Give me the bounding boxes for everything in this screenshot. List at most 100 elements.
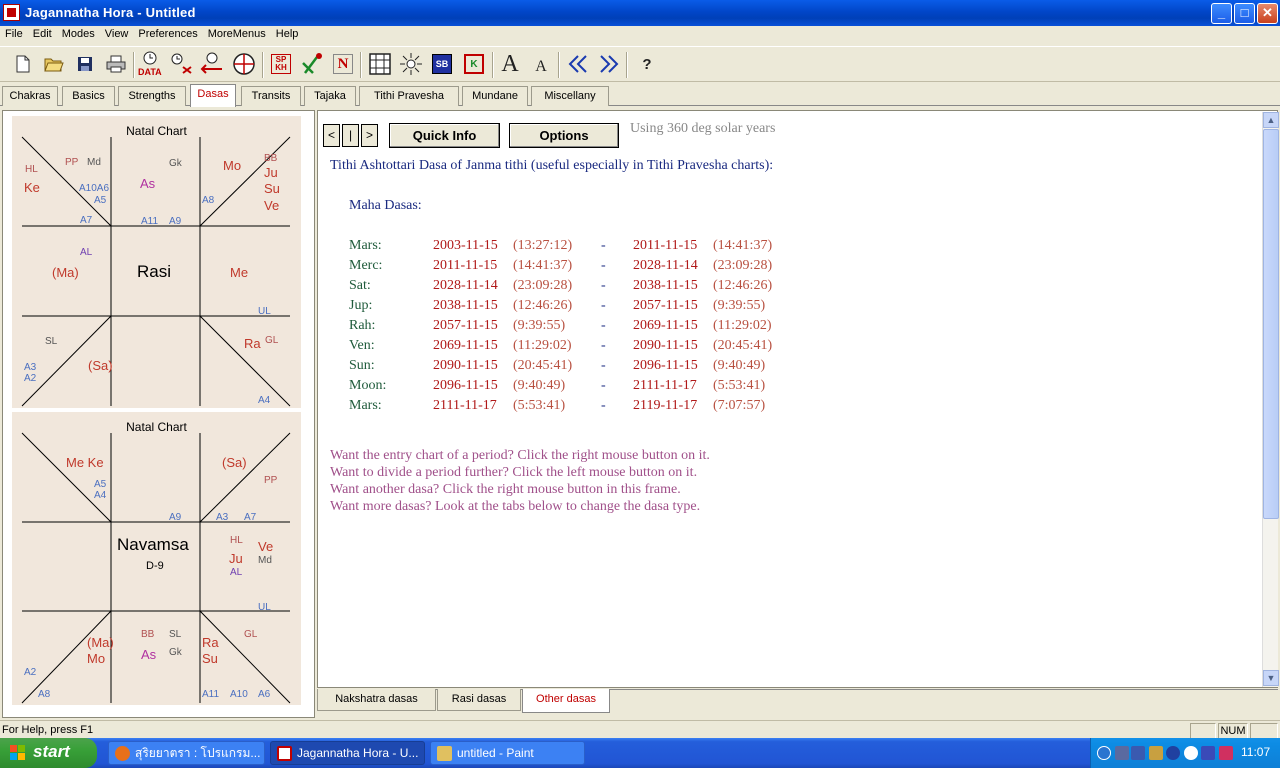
tray-expand-icon[interactable] [1097,746,1111,760]
chart-label-a4: A4 [94,490,107,501]
ayanamsa-icon[interactable] [299,51,325,77]
bluetooth-icon[interactable] [1184,746,1198,760]
tab-transits[interactable]: Transits [241,86,301,106]
dasa-start-date: 2090-11-15 [433,358,498,373]
tray-shield-icon[interactable] [1149,746,1163,760]
dasa-start-time: (9:40:49) [513,378,566,393]
app-icon[interactable] [3,4,20,21]
sun-icon[interactable] [398,51,424,77]
minimize-button[interactable]: _ [1211,3,1232,24]
tab-tajaka[interactable]: Tajaka [304,86,356,106]
dasa-row[interactable]: Ven: 2069-11-15 (11:29:02) - 2090-11-15 … [318,338,1018,358]
dasa-row[interactable]: Mars: 2111-11-17 (5:53:41) - 2119-11-17 … [318,398,1018,418]
tab-other-dasas[interactable]: Other dasas [522,689,610,713]
taskbar-item-jhora[interactable]: Jagannatha Hora - U... [270,741,425,765]
menu-view[interactable]: View [100,26,134,44]
scroll-up-icon[interactable]: ▲ [1263,112,1279,128]
double-right-icon[interactable] [596,51,622,77]
clock: 11:07 [1241,745,1271,759]
chart-label-gl: GL [244,629,258,640]
chart-label-a5: A5 [94,195,107,206]
tray-app-icon[interactable] [1201,746,1215,760]
print-icon[interactable] [103,51,129,77]
tab-dasas[interactable]: Dasas [190,84,236,107]
windows-logo-icon [10,745,26,761]
chart-grid-icon[interactable] [367,51,393,77]
menu-help[interactable]: Help [271,26,304,44]
start-button[interactable]: start [0,738,97,768]
transit-wheel-icon[interactable] [231,51,257,77]
birth-data-icon[interactable]: DATA [138,51,164,77]
rasi-chart[interactable]: Natal Chart HL Ke PP Md A10A6 A5 A7 As G… [12,116,301,408]
tray-monitor-icon[interactable] [1131,746,1145,760]
vertical-scrollbar[interactable]: ▲ ▼ [1262,112,1279,687]
next-button[interactable]: > [361,124,378,147]
rectification-icon[interactable] [200,51,226,77]
tab-miscellany[interactable]: Miscellany [531,86,609,106]
tab-strengths[interactable]: Strengths [118,86,186,106]
tab-chakras[interactable]: Chakras [2,86,58,106]
tray-c-icon[interactable] [1166,746,1180,760]
n-icon[interactable]: N [330,51,356,77]
dasa-row[interactable]: Mars: 2003-11-15 (13:27:12) - 2011-11-15… [318,238,1018,258]
navamsa-chart[interactable]: Natal Chart Me Ke A5 A4 A9 (Sa) PP A3 A7… [12,412,301,705]
quick-info-button[interactable]: Quick Info [389,123,500,148]
taskbar-item-paint[interactable]: untitled - Paint [430,741,585,765]
close-button[interactable]: ✕ [1257,3,1278,24]
menu-moremenus[interactable]: MoreMenus [203,26,271,44]
toolbar-separator [133,52,135,78]
tray-m-icon[interactable] [1219,746,1233,760]
dasa-row[interactable]: Sat: 2028-11-14 (23:09:28) - 2038-11-15 … [318,278,1018,298]
dasa-start-time: (12:46:26) [513,298,573,313]
help-question-icon[interactable]: ? [634,51,660,77]
tab-tithi-pravesha[interactable]: Tithi Pravesha [359,86,459,106]
options-button[interactable]: Options [509,123,619,148]
sp-kh-icon[interactable]: SP KH [268,51,294,77]
dasa-end-time: (11:29:02) [713,318,772,333]
dasa-row[interactable]: Sun: 2090-11-15 (20:45:41) - 2096-11-15 … [318,358,1018,378]
dasa-row[interactable]: Rah: 2057-11-15 (9:39:55) - 2069-11-15 (… [318,318,1018,338]
dasa-end-date: 2011-11-15 [633,238,698,253]
dasa-start-date: 2038-11-15 [433,298,498,313]
menu-preferences[interactable]: Preferences [133,26,202,44]
k-icon[interactable]: K [461,51,487,77]
status-bar: For Help, press F1 NUM [0,720,1280,740]
dasa-pane[interactable]: < | > Quick Info Options Using 360 deg s… [317,110,1279,688]
scroll-thumb[interactable] [1263,129,1279,519]
open-folder-icon[interactable] [41,51,67,77]
chart-label-a2: A2 [24,373,37,384]
toolbar-separator [492,52,494,78]
scroll-down-icon[interactable]: ▼ [1263,670,1279,686]
prev-button[interactable]: < [323,124,340,147]
maximize-button[interactable]: □ [1234,3,1255,24]
menu-edit[interactable]: Edit [28,26,57,44]
tab-rasi-dasas[interactable]: Rasi dasas [437,689,521,711]
dasa-row[interactable]: Moon: 2096-11-15 (9:40:49) - 2111-11-17 … [318,378,1018,398]
save-icon[interactable] [72,51,98,77]
reset-button[interactable]: | [342,124,359,147]
dasa-end-date: 2111-11-17 [633,378,697,393]
tab-nakshatra-dasas[interactable]: Nakshatra dasas [317,689,436,711]
chart-label-bb: BB [141,629,155,640]
sb-icon[interactable]: SB [429,51,455,77]
font-increase-icon[interactable]: A [497,51,523,77]
taskbar-item-firefox[interactable]: สุริยยาตรา : โปรแกรม... [108,741,265,765]
font-decrease-icon[interactable]: A [528,51,554,77]
menu-file[interactable]: File [0,26,28,44]
time-adjust-icon[interactable] [169,51,195,77]
tab-basics[interactable]: Basics [62,86,115,106]
tab-mundane[interactable]: Mundane [462,86,528,106]
tray-network-icon[interactable] [1115,746,1129,760]
double-left-icon[interactable] [565,51,591,77]
status-message: For Help, press F1 [2,724,94,736]
dasa-row[interactable]: Jup: 2038-11-15 (12:46:26) - 2057-11-15 … [318,298,1018,318]
dasa-dash: - [601,378,606,393]
menu-modes[interactable]: Modes [57,26,100,44]
chart-label-bb: BB [264,153,278,164]
new-file-icon[interactable] [10,51,36,77]
chart-label-a9: A9 [169,512,182,523]
chart-label-as: As [141,647,157,662]
dasa-end-date: 2119-11-17 [633,398,698,413]
k-label: K [464,54,484,74]
dasa-row[interactable]: Merc: 2011-11-15 (14:41:37) - 2028-11-14… [318,258,1018,278]
